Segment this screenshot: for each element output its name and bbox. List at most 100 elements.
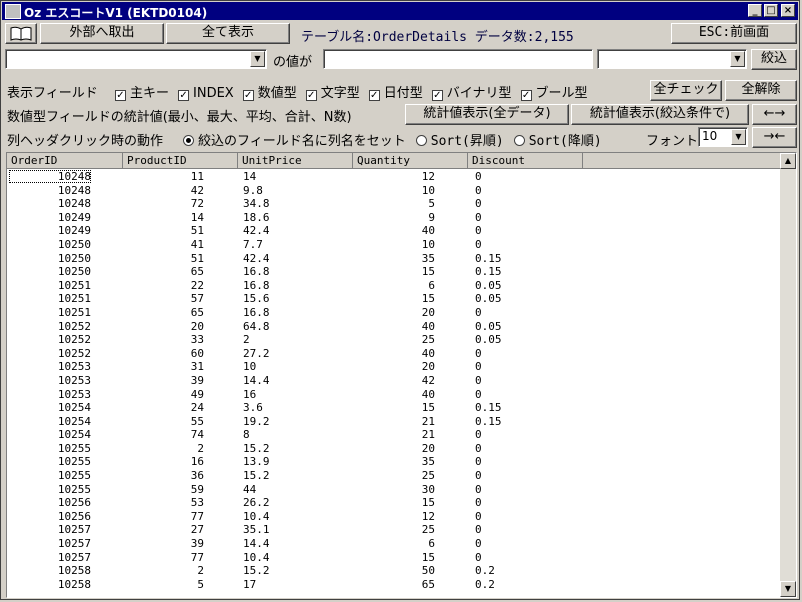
field-select[interactable]: ▼ (5, 49, 267, 69)
title-bar[interactable]: Oz エスコートV1 (EKTD0104) _ □ × (2, 2, 798, 20)
table-row[interactable]: 10251 22 16.8 6 0.05 (7, 279, 781, 293)
checkbox[interactable]: ✓ (115, 90, 126, 101)
table-cell: 9.8 (243, 183, 263, 197)
table-cell: 15 (421, 292, 435, 306)
display-field-option[interactable]: ✓ ブール型 (520, 86, 588, 101)
table-cell: 0 (475, 197, 482, 211)
table-cell: 16.8 (243, 278, 270, 292)
table-row[interactable]: 10248 72 34.8 5 0 (7, 197, 781, 211)
table-cell: 0.15 (475, 251, 502, 265)
display-field-option[interactable]: ✓ 文字型 (305, 86, 360, 101)
checkbox[interactable]: ✓ (242, 90, 254, 101)
checkbox[interactable]: ✓ (520, 90, 532, 101)
radio-label: 絞込のフィールド名に列名をセット (198, 134, 406, 149)
stats-all-button[interactable]: 統計値表示(全データ) (405, 104, 569, 125)
condition-input[interactable] (323, 49, 593, 69)
data-grid[interactable]: OrderID ProductID UnitPrice Quantity Discoun… (6, 152, 797, 598)
table-cell: 10.4 (243, 509, 270, 523)
checkbox[interactable]: ✓ (431, 90, 443, 101)
column-header[interactable]: UnitPrice (238, 153, 353, 169)
header-click-option[interactable]: Sort(昇順) (415, 134, 504, 149)
table-row[interactable]: 10256 53 26.2 15 0 (7, 496, 781, 510)
table-row[interactable]: 10254 55 19.2 21 0.15 (7, 415, 781, 429)
header-click-option[interactable]: Sort(降順) (513, 134, 602, 149)
export-button[interactable]: 外部へ取出 (40, 23, 164, 44)
table-row[interactable]: 10253 31 10 20 0 (7, 360, 781, 374)
cell-focus (9, 170, 91, 183)
minimize-button[interactable]: _ (748, 4, 762, 17)
table-row[interactable]: 10258 5 17 65 0.2 (7, 578, 781, 592)
table-row[interactable]: 10250 65 16.8 15 0.15 (7, 265, 781, 279)
table-row[interactable]: 10254 24 3.6 15 0.15 (7, 401, 781, 415)
table-row[interactable]: 10255 2 15.2 20 0 (7, 442, 781, 456)
checkbox-label: INDEX (193, 86, 234, 101)
table-row[interactable]: 10252 60 27.2 40 0 (7, 347, 781, 361)
table-cell: 33 (190, 333, 204, 347)
table-row[interactable]: 10255 59 44 30 0 (7, 483, 781, 497)
scroll-down-icon[interactable]: ▼ (780, 581, 796, 597)
table-row[interactable]: 10253 49 16 40 0 (7, 388, 781, 402)
table-cell: 0 (475, 305, 482, 319)
header-click-option[interactable]: 絞込のフィールド名に列名をセット (183, 134, 406, 149)
narrow-button[interactable]: 絞込 (751, 49, 797, 70)
show-all-button[interactable]: 全て表示 (166, 23, 290, 44)
display-field-option[interactable]: ✓ INDEX (178, 86, 234, 101)
table-row[interactable]: 10257 77 10.4 15 0 (7, 551, 781, 565)
esc-button[interactable]: ESC:前画面 (671, 23, 797, 44)
table-row[interactable]: 10249 14 18.6 9 0 (7, 211, 781, 225)
table-row[interactable]: 10252 33 2 25 0.05 (7, 333, 781, 347)
table-row[interactable]: 10248 11 14 12 0 (7, 170, 781, 184)
table-row[interactable]: 10255 36 15.2 25 0 (7, 469, 781, 483)
display-field-option[interactable]: ✓ バイナリ型 (431, 86, 512, 101)
table-row[interactable]: 10257 27 35.1 25 0 (7, 523, 781, 537)
open-book-icon (10, 26, 32, 41)
column-header[interactable]: OrderID (7, 153, 123, 169)
radio-button[interactable] (183, 135, 194, 146)
uncheck-all-button[interactable]: 全解除 (725, 80, 797, 101)
vertical-scrollbar[interactable]: ▲ ▼ (780, 153, 796, 597)
checkbox[interactable]: ✓ (305, 90, 317, 101)
operator-select[interactable]: ▼ (597, 49, 747, 69)
expand-columns-button[interactable]: ←→ (752, 104, 797, 125)
stats-filtered-button[interactable]: 統計値表示(絞込条件で) (571, 104, 749, 125)
checkbox[interactable]: ✓ (178, 90, 190, 101)
table-row[interactable]: 10256 77 10.4 12 0 (7, 510, 781, 524)
scroll-up-icon[interactable]: ▲ (780, 153, 796, 169)
close-button[interactable]: × (781, 4, 795, 17)
shrink-columns-button[interactable]: →← (752, 127, 797, 148)
display-field-option[interactable]: ✓ 数値型 (242, 86, 297, 101)
main-window: Oz エスコートV1 (EKTD0104) _ □ × 外部へ取出 全て表示 テ… (0, 0, 800, 600)
table-row[interactable]: 10250 41 7.7 10 0 (7, 238, 781, 252)
maximize-button[interactable]: □ (764, 4, 778, 17)
table-row[interactable]: 10253 39 14.4 42 0 (7, 374, 781, 388)
table-cell: 0.15 (475, 265, 502, 279)
book-button[interactable] (5, 23, 37, 44)
table-cell: 0 (475, 523, 482, 537)
table-row[interactable]: 10255 16 13.9 35 0 (7, 455, 781, 469)
radio-button[interactable] (415, 135, 427, 146)
table-cell: 10 (243, 360, 257, 374)
table-row[interactable]: 10252 20 64.8 40 0.05 (7, 320, 781, 334)
check-all-button[interactable]: 全チェック (650, 80, 722, 101)
table-row[interactable]: 10248 42 9.8 10 0 (7, 184, 781, 198)
table-row[interactable]: 10251 57 15.6 15 0.05 (7, 292, 781, 306)
table-row[interactable]: 10258 2 15.2 50 0.2 (7, 564, 781, 578)
font-size-select[interactable]: 10 ▼ (698, 127, 748, 147)
chevron-down-icon[interactable]: ▼ (250, 51, 265, 67)
table-cell: 25 (421, 523, 435, 537)
table-row[interactable]: 10250 51 42.4 35 0.15 (7, 252, 781, 266)
display-field-option[interactable]: ✓ 主キー (115, 86, 169, 101)
column-header[interactable]: Discount (468, 153, 583, 169)
table-row[interactable]: 10257 39 14.4 6 0 (7, 537, 781, 551)
display-field-option[interactable]: ✓ 日付型 (368, 86, 423, 101)
radio-button[interactable] (513, 135, 525, 146)
table-row[interactable]: 10251 65 16.8 20 0 (7, 306, 781, 320)
column-header[interactable]: Quantity (353, 153, 468, 169)
checkbox[interactable]: ✓ (368, 90, 380, 101)
chevron-down-icon[interactable]: ▼ (731, 129, 746, 145)
chevron-down-icon[interactable]: ▼ (730, 51, 745, 67)
column-header[interactable]: ProductID (123, 153, 238, 169)
table-row[interactable]: 10254 74 8 21 0 (7, 428, 781, 442)
table-row[interactable]: 10249 51 42.4 40 0 (7, 224, 781, 238)
table-cell: 10256 (57, 496, 91, 510)
